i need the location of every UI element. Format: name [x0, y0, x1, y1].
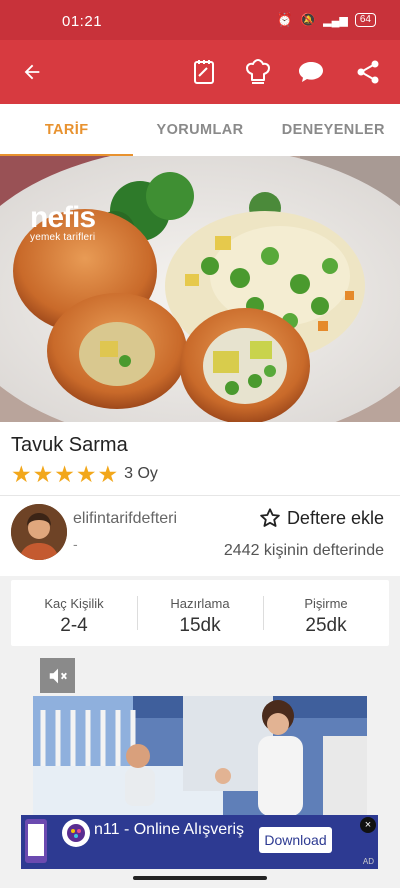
star-icon: ★ [11, 461, 32, 487]
ad-label: AD [362, 857, 374, 866]
stat-value: 15dk [179, 615, 221, 636]
author-subtitle: - [73, 536, 78, 552]
rating-stars[interactable]: ★ ★ ★ ★ ★ 3 Oy [11, 462, 158, 486]
battery-icon: 64 [354, 13, 376, 27]
stat-value: 25dk [305, 615, 347, 636]
author-name[interactable]: elifintarifdefteri [73, 510, 177, 528]
chef-hat-icon[interactable] [242, 56, 274, 88]
recipe-stats: Kaç Kişilik 2-4 Hazırlama 15dk Pişirme 2… [11, 580, 389, 646]
stat-label: Pişirme [304, 596, 348, 611]
stat-prep: Hazırlama 15dk [137, 580, 263, 646]
add-to-notebook-button[interactable]: Deftere ekle [259, 507, 384, 529]
n11-app-icon [62, 819, 90, 847]
status-icons: ⏰ 🔕 ▂▄▆ 64 [277, 12, 376, 28]
recipe-info: Tavuk Sarma ★ ★ ★ ★ ★ 3 Oy elifintarifde… [0, 422, 400, 576]
nefis-logo: nefis yemek tarifleri [30, 201, 96, 244]
tab-deneyenler[interactable]: DENEYENLER [267, 104, 400, 156]
logo-brand: nefis [30, 201, 96, 234]
ad-title: n11 - Online Alışveriş [94, 821, 244, 838]
logo-subtitle: yemek tarifleri [30, 232, 96, 243]
ad-download-button[interactable]: Download [259, 827, 332, 853]
tab-tarif[interactable]: TARİF [0, 104, 134, 156]
speaker-muted-icon [49, 668, 67, 683]
saved-count: 2442 kişinin defterinde [223, 542, 384, 559]
alarm-icon: ⏰ [276, 12, 293, 27]
star-icon: ★ [75, 461, 97, 487]
notes-icon[interactable] [188, 56, 220, 88]
star-icon: ★ [54, 461, 75, 487]
tab-bar: TARİF YORUMLAR DENEYENLER [0, 104, 400, 156]
back-arrow-icon[interactable] [16, 56, 48, 88]
share-icon[interactable] [352, 56, 384, 88]
star-outline-icon [260, 508, 280, 527]
app-bar [0, 40, 400, 104]
stat-value: 2-4 [60, 615, 88, 636]
stat-label: Hazırlama [170, 596, 230, 611]
banner-ad[interactable]: n11 - Online Alışveriş Download × AD [21, 815, 378, 869]
divider [0, 495, 400, 496]
status-time: 01:21 [62, 13, 103, 30]
status-bar: 01:21 ⏰ 🔕 ▂▄▆ 64 [0, 0, 400, 40]
stat-servings: Kaç Kişilik 2-4 [11, 580, 137, 646]
add-to-notebook-label: Deftere ekle [286, 507, 384, 528]
mute-button[interactable] [40, 658, 75, 693]
vote-count: 3 Oy [124, 465, 158, 482]
stat-cook: Pişirme 25dk [263, 580, 389, 646]
ad-phone-image [25, 819, 47, 863]
stat-label: Kaç Kişilik [44, 596, 104, 611]
comment-icon[interactable] [295, 56, 327, 88]
mute-icon: 🔕 [299, 12, 317, 27]
recipe-photo: nefis yemek tarifleri [0, 156, 400, 422]
star-icon: ★ [97, 461, 119, 487]
video-player[interactable] [33, 696, 367, 816]
signal-icon: ▂▄▆ [323, 14, 348, 27]
tab-yorumlar[interactable]: YORUMLAR [133, 104, 266, 156]
recipe-title: Tavuk Sarma [11, 434, 128, 456]
ad-close-button[interactable]: × [360, 817, 376, 833]
home-indicator[interactable] [133, 876, 267, 880]
author-avatar[interactable] [11, 504, 67, 560]
star-icon: ★ [32, 461, 54, 487]
